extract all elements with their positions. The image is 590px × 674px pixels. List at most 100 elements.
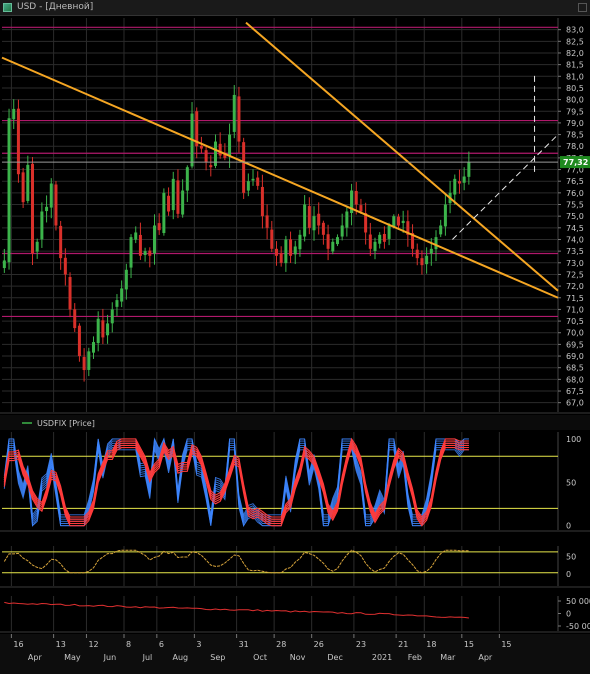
volume-tick-label: 50 000 [566, 597, 590, 606]
price-tick-label: 83,0 [566, 26, 584, 35]
candle-up [181, 190, 185, 215]
candle-up [251, 178, 255, 181]
price-panel[interactable]: 83,0 82,5 82,0 81,5 81,0 80,5 80,0 79,5 79,0 78,5… [0, 18, 590, 414]
oscillator-tick-label: 50 [566, 552, 576, 561]
candle-down [368, 234, 372, 249]
candle-down [82, 356, 86, 371]
price-tick-label: 69,5 [566, 340, 584, 349]
candle-up [7, 118, 11, 263]
day-tick-label: 12 [88, 640, 98, 649]
candle-up [152, 225, 156, 254]
candle-up [232, 94, 236, 132]
month-tick-label: Sep [210, 653, 225, 662]
candle-down [30, 163, 34, 254]
candle-down [321, 222, 325, 235]
candle-up [312, 216, 316, 231]
candle-down [242, 142, 246, 193]
symbol-label: USD [17, 2, 37, 12]
price-tick-label: 67,0 [566, 399, 584, 408]
last-price-label: 77,32 [563, 158, 588, 167]
price-tick-label: 74,5 [566, 224, 584, 233]
candle-up [340, 225, 344, 237]
candle-up [96, 318, 100, 344]
candle-up [284, 239, 288, 264]
stochastic-panel[interactable]: 100 50 0 [0, 432, 590, 532]
candle-down [218, 143, 222, 156]
price-tick-label: 70,0 [566, 329, 584, 338]
window-menu-icon[interactable] [578, 3, 587, 12]
candle-down [415, 249, 419, 259]
price-tick-label: 76,0 [566, 189, 584, 198]
price-tick-label: 73,0 [566, 259, 584, 268]
candle-up [392, 216, 396, 227]
month-tick-label: Dec [327, 653, 342, 662]
candle-down [457, 181, 461, 184]
candle-up [293, 246, 297, 255]
month-tick-label: Aug [172, 653, 188, 662]
price-tick-label: 80,0 [566, 96, 584, 105]
candle-down [209, 165, 213, 168]
candle-up [246, 181, 250, 191]
candle-down [274, 248, 278, 256]
candle-up [26, 164, 30, 201]
day-tick-label: 23 [356, 640, 366, 649]
price-tick-label: 78,5 [566, 131, 584, 140]
price-tick-label: 82,5 [566, 37, 584, 46]
volume-panel[interactable]: 50 000 0 -50 000 [0, 596, 590, 633]
day-tick-label: 21 [398, 640, 408, 649]
candle-down [279, 253, 283, 263]
candle-down [77, 325, 81, 357]
day-tick-label: 3 [196, 640, 201, 649]
candle-down [199, 145, 203, 149]
day-tick-label: 16 [13, 640, 23, 649]
candle-down [204, 150, 208, 163]
price-tick-label: 75,5 [566, 201, 584, 210]
candle-up [40, 211, 44, 240]
candle-down [63, 257, 67, 275]
candle-up [401, 220, 405, 224]
price-tick-label: 80,5 [566, 84, 584, 93]
candle-down [176, 180, 180, 214]
candle-down [317, 213, 321, 226]
candle-down [265, 215, 269, 228]
month-tick-label: May [64, 653, 81, 662]
candle-down [359, 205, 363, 212]
chart-canvas[interactable]: 83,0 82,5 82,0 81,5 81,0 80,5 80,0 79,5 79,0 78,5… [0, 16, 590, 674]
price-tick-label: 82,0 [566, 49, 584, 58]
day-tick-label: 6 [159, 640, 164, 649]
candle-up [106, 323, 110, 336]
oscillator-panel[interactable]: 50 0 [0, 546, 590, 588]
candle-up [87, 351, 91, 370]
price-tick-label: 68,0 [566, 375, 584, 384]
day-tick-label: 15 [464, 640, 474, 649]
candle-down [256, 177, 260, 186]
price-tick-label: 73,5 [566, 247, 584, 256]
candle-down [73, 309, 77, 329]
candle-down [16, 108, 20, 175]
price-tick-label: 74,0 [566, 235, 584, 244]
legend-label: USDFIX [Price] [37, 419, 95, 428]
candle-down [260, 186, 264, 217]
candle-up [429, 248, 433, 254]
candle-down [21, 172, 25, 203]
candle-up [91, 342, 95, 353]
day-tick-label: 15 [501, 640, 511, 649]
price-tick-label: 79,5 [566, 107, 584, 116]
timeframe-label: - [Дневной] [36, 2, 94, 12]
candle-down [420, 258, 424, 266]
candle-up [298, 234, 302, 250]
candle-down [59, 225, 63, 259]
price-tick-label: 67,5 [566, 387, 584, 396]
stochastic-tick-label: 100 [566, 435, 581, 444]
candle-up [49, 183, 53, 208]
day-tick-label: 26 [314, 640, 324, 649]
price-tick-label: 78,0 [566, 142, 584, 151]
candle-up [434, 237, 438, 250]
window-title: USD - [Дневной] [17, 2, 93, 12]
window-title-bar[interactable]: USD - [Дневной] [0, 0, 590, 16]
volume-tick-label: 0 [566, 610, 571, 619]
day-tick-label: 31 [239, 640, 249, 649]
month-tick-label: Jul [142, 653, 153, 662]
candle-down [396, 216, 400, 226]
month-tick-label: Oct [253, 653, 267, 662]
